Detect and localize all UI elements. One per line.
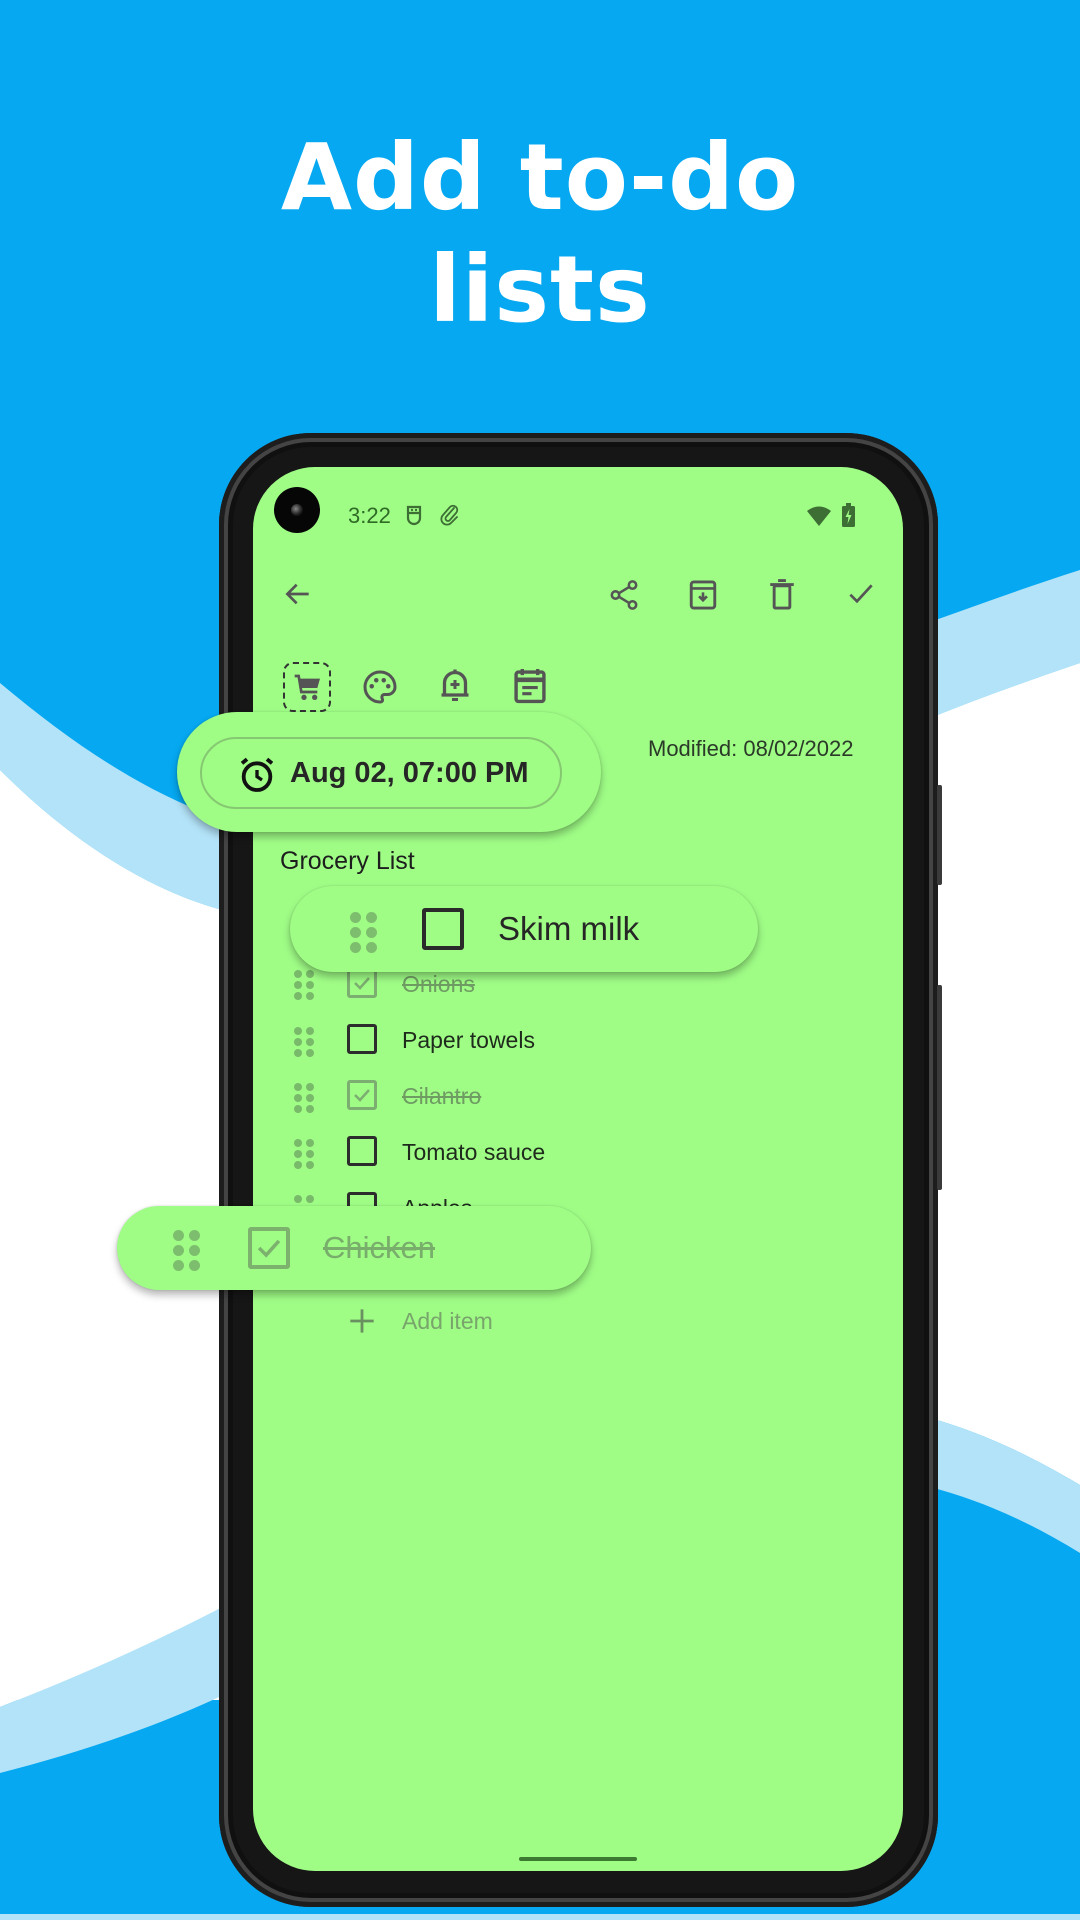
item-text[interactable]: Chicken xyxy=(323,1230,435,1266)
reminder-label: Aug 02, 07:00 PM xyxy=(290,757,529,789)
reminder-chip[interactable]: Aug 02, 07:00 PM xyxy=(200,737,562,809)
back-arrow-icon xyxy=(285,583,309,605)
status-time: 3:22 xyxy=(348,503,391,528)
checkbox[interactable] xyxy=(248,1227,290,1269)
volume-button xyxy=(937,985,942,1190)
alarm-clock-icon xyxy=(240,757,274,792)
delete-icon xyxy=(770,579,794,610)
item-text[interactable]: Paper towels xyxy=(402,1027,535,1054)
back-button[interactable] xyxy=(282,578,314,610)
add-item-label: Add item xyxy=(402,1308,493,1334)
archive-button[interactable] xyxy=(687,578,719,612)
notification-icon xyxy=(405,504,423,531)
drag-handle-icon[interactable] xyxy=(294,1083,314,1113)
checkbox[interactable] xyxy=(347,1136,377,1166)
modified-date: Modified: 08/02/2022 xyxy=(648,736,854,761)
drag-handle-icon[interactable] xyxy=(294,1027,314,1057)
checkbox[interactable] xyxy=(347,1080,377,1110)
palette-icon xyxy=(363,670,397,704)
home-indicator[interactable] xyxy=(519,1857,637,1861)
item-text[interactable]: Cilantro xyxy=(402,1083,481,1110)
drag-handle-icon[interactable] xyxy=(294,970,314,1000)
attachment-icon xyxy=(440,504,460,531)
item-text[interactable]: Onions xyxy=(402,971,475,998)
item-text[interactable]: Tomato sauce xyxy=(402,1139,545,1166)
check-mark-icon xyxy=(354,1089,370,1102)
category-button[interactable] xyxy=(283,662,331,712)
checkbox[interactable] xyxy=(347,1024,377,1054)
archive-icon xyxy=(689,580,717,610)
checkbox[interactable] xyxy=(422,908,464,950)
checkbox[interactable] xyxy=(347,968,377,998)
check-mark-icon xyxy=(257,1239,281,1258)
promo-headline: Add to-do lists xyxy=(0,122,1080,346)
item-text[interactable]: Skim milk xyxy=(498,910,639,948)
drag-handle-icon[interactable] xyxy=(173,1230,200,1271)
share-button[interactable] xyxy=(607,578,641,612)
dragged-item-top[interactable]: Skim milk xyxy=(290,886,758,972)
app-screen xyxy=(253,467,903,1871)
front-camera xyxy=(274,487,320,533)
bottom-strip xyxy=(0,1914,1080,1920)
headline-line-1: Add to-do xyxy=(280,124,800,231)
add-reminder-icon xyxy=(441,669,469,701)
shopping-cart-icon xyxy=(294,674,320,700)
drag-handle-icon[interactable] xyxy=(294,1139,314,1169)
wave-right-white xyxy=(930,663,1080,1485)
check-icon xyxy=(849,584,873,604)
share-icon xyxy=(610,580,638,610)
battery-charging-icon xyxy=(842,503,855,532)
plus-icon xyxy=(350,1309,374,1333)
wifi-icon xyxy=(807,506,831,531)
calendar-button[interactable] xyxy=(513,667,547,710)
done-button[interactable] xyxy=(845,578,877,610)
power-button xyxy=(937,785,942,885)
dragged-item-bottom[interactable]: Chicken xyxy=(117,1206,591,1290)
drag-handle-icon[interactable] xyxy=(350,912,377,953)
reminder-button[interactable] xyxy=(437,666,473,711)
note-title[interactable]: Grocery List xyxy=(280,847,415,876)
calendar-icon xyxy=(514,669,546,704)
check-mark-icon xyxy=(354,977,370,990)
color-button[interactable] xyxy=(362,669,398,710)
delete-button[interactable] xyxy=(767,578,797,612)
headline-line-2: lists xyxy=(429,236,651,343)
